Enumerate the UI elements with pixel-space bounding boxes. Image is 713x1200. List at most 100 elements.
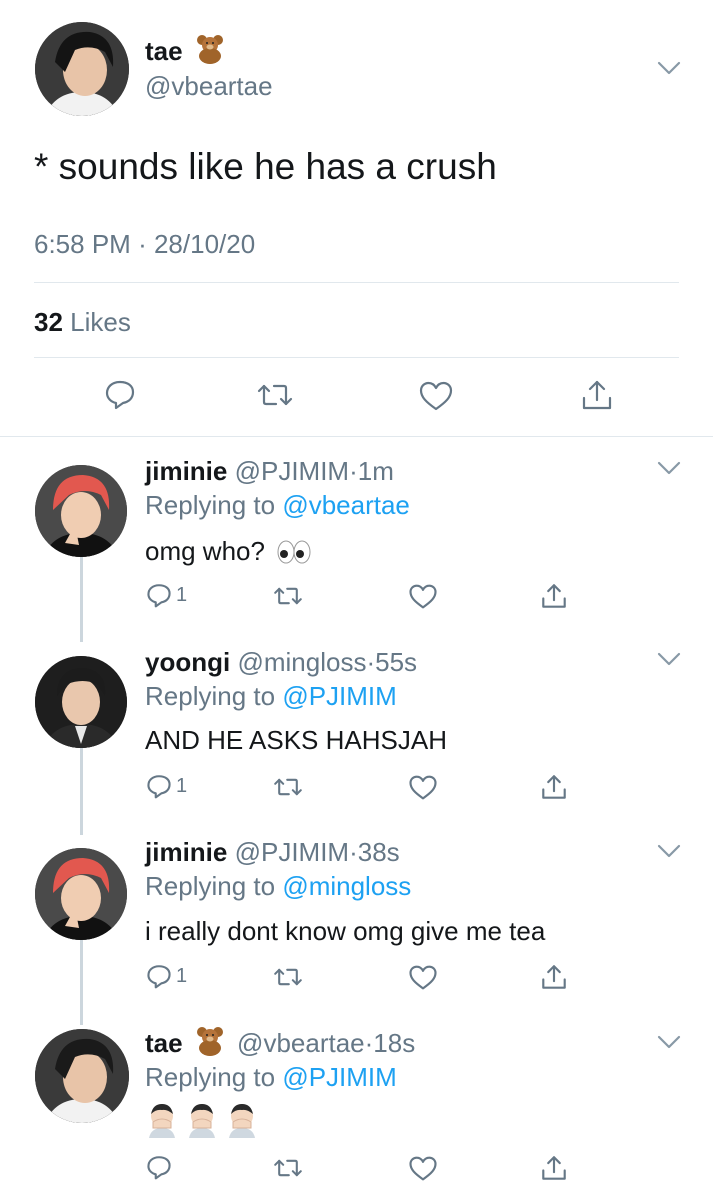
replying-to-label: Replying to bbox=[145, 681, 276, 711]
reply-tweet[interactable]: jiminie @PJIMIM·38s Replying to @minglos… bbox=[0, 823, 713, 1013]
reply-icon[interactable] bbox=[146, 773, 172, 799]
main-tweet-likes[interactable]: 32 Likes bbox=[34, 307, 131, 338]
replying-to-handle[interactable]: @PJIMIM bbox=[282, 1062, 397, 1092]
reply-actions: 1 bbox=[0, 582, 713, 612]
share-icon[interactable] bbox=[540, 773, 568, 801]
reply-icon[interactable] bbox=[146, 582, 172, 608]
reply-name[interactable]: jiminie bbox=[145, 456, 227, 486]
like-icon[interactable] bbox=[408, 774, 438, 801]
reply-header: tae @vbeartae·18s bbox=[145, 1026, 415, 1063]
replying-to-handle[interactable]: @mingloss bbox=[282, 871, 411, 901]
share-icon[interactable] bbox=[540, 1154, 568, 1182]
main-tweet-actions bbox=[0, 378, 713, 414]
reply-name[interactable]: tae bbox=[145, 1028, 183, 1058]
replying-to-label: Replying to bbox=[145, 490, 276, 520]
retweet-icon[interactable] bbox=[272, 1156, 304, 1180]
main-tweet-handle[interactable]: @vbeartae bbox=[145, 71, 273, 102]
reply-name[interactable]: yoongi bbox=[145, 647, 230, 677]
replying-to-row: Replying to @PJIMIM bbox=[145, 681, 397, 712]
replying-to-row: Replying to @PJIMIM bbox=[145, 1062, 397, 1093]
reply-icon[interactable] bbox=[146, 1154, 172, 1180]
chevron-down-icon[interactable] bbox=[655, 649, 683, 669]
reply-avatar-image bbox=[35, 1029, 129, 1123]
share-icon[interactable] bbox=[540, 963, 568, 991]
reply-age: 18s bbox=[373, 1028, 416, 1058]
chevron-down-icon[interactable] bbox=[655, 458, 683, 478]
reply-tweet[interactable]: yoongi @mingloss·55s Replying to @PJIMIM… bbox=[0, 631, 713, 821]
reply-header: jiminie @PJIMIM·1m bbox=[145, 456, 394, 487]
replying-to-row: Replying to @mingloss bbox=[145, 871, 411, 902]
reply-text: AND HE ASKS HAHSJAH bbox=[145, 725, 447, 755]
like-icon[interactable] bbox=[408, 583, 438, 610]
reply-header: jiminie @PJIMIM·38s bbox=[145, 837, 400, 868]
reply-text: omg who? bbox=[145, 536, 265, 566]
reply-avatar-image bbox=[35, 465, 127, 557]
replying-to-label: Replying to bbox=[145, 1062, 276, 1092]
reply-icon[interactable] bbox=[104, 378, 136, 410]
timestamp-separator: · bbox=[138, 229, 147, 259]
reply-separator: · bbox=[366, 647, 376, 677]
share-icon[interactable] bbox=[540, 582, 568, 610]
reply-count: 1 bbox=[176, 584, 188, 606]
retweet-icon[interactable] bbox=[256, 380, 294, 410]
reply-actions: 1 bbox=[0, 773, 713, 803]
teddy-bear-emoji bbox=[194, 34, 226, 71]
replying-to-label: Replying to bbox=[145, 871, 276, 901]
reply-separator: · bbox=[364, 1028, 374, 1058]
reply-handle[interactable]: @PJIMIM bbox=[235, 837, 350, 867]
face-palm-emoji bbox=[229, 1104, 255, 1138]
like-icon[interactable] bbox=[418, 380, 454, 412]
main-tweet-text: * sounds like he has a crush bbox=[34, 146, 497, 187]
reply-tweet[interactable]: jiminie @PJIMIM·1m Replying to @vbeartae… bbox=[0, 440, 713, 630]
reply-text-row: omg who? bbox=[145, 536, 312, 572]
like-icon[interactable] bbox=[408, 964, 438, 991]
reply-separator: · bbox=[349, 837, 358, 867]
chevron-down-icon[interactable] bbox=[655, 58, 683, 78]
eyes-emoji bbox=[276, 539, 312, 572]
main-avatar-image bbox=[35, 22, 129, 116]
reply-handle[interactable]: @vbeartae bbox=[237, 1028, 365, 1058]
reply-handle[interactable]: @mingloss bbox=[237, 647, 366, 677]
reply-count: 1 bbox=[176, 775, 188, 797]
reply-avatar[interactable] bbox=[35, 848, 127, 940]
retweet-icon[interactable] bbox=[272, 965, 304, 989]
reply-text: i really dont know omg give me tea bbox=[145, 916, 546, 946]
reply-actions: 1 bbox=[0, 963, 713, 993]
main-tweet-name[interactable]: tae bbox=[145, 36, 183, 66]
divider-bottom bbox=[0, 436, 713, 437]
reply-name[interactable]: jiminie bbox=[145, 837, 227, 867]
reply-icon[interactable] bbox=[146, 963, 172, 989]
like-icon[interactable] bbox=[408, 1155, 438, 1182]
replying-to-handle[interactable]: @vbeartae bbox=[282, 490, 410, 520]
reply-count: 1 bbox=[176, 965, 188, 987]
divider-top bbox=[34, 282, 679, 283]
reply-avatar[interactable] bbox=[35, 656, 127, 748]
chevron-down-icon[interactable] bbox=[655, 1032, 683, 1052]
reply-avatar[interactable] bbox=[35, 1029, 129, 1123]
replying-to-row: Replying to @vbeartae bbox=[145, 490, 410, 521]
reply-tweet[interactable]: tae @vbeartae·18s Replying to @PJIMIM bbox=[0, 1014, 713, 1200]
face-palm-emoji bbox=[189, 1104, 215, 1138]
reply-avatar[interactable] bbox=[35, 465, 127, 557]
replying-to-handle[interactable]: @PJIMIM bbox=[282, 681, 397, 711]
reply-handle[interactable]: @PJIMIM bbox=[235, 456, 350, 486]
reply-avatar-image bbox=[35, 656, 127, 748]
reply-separator: · bbox=[349, 456, 358, 486]
likes-label: Likes bbox=[70, 307, 131, 337]
likes-count: 32 bbox=[34, 307, 63, 337]
retweet-icon[interactable] bbox=[272, 584, 304, 608]
divider-middle bbox=[34, 357, 679, 358]
reply-age: 38s bbox=[357, 837, 400, 867]
main-tweet-avatar[interactable] bbox=[35, 22, 129, 116]
retweet-icon[interactable] bbox=[272, 775, 304, 799]
chevron-down-icon[interactable] bbox=[655, 841, 683, 861]
reply-age: 1m bbox=[357, 456, 394, 486]
reply-header: yoongi @mingloss·55s bbox=[145, 647, 417, 678]
share-icon[interactable] bbox=[580, 378, 614, 412]
reply-age: 55s bbox=[375, 647, 418, 677]
face-palm-emoji bbox=[149, 1104, 175, 1138]
main-tweet-time: 6:58 PM bbox=[34, 229, 131, 259]
reply-actions bbox=[0, 1154, 713, 1184]
main-tweet-date: 28/10/20 bbox=[153, 229, 256, 259]
reply-avatar-image bbox=[35, 848, 127, 940]
